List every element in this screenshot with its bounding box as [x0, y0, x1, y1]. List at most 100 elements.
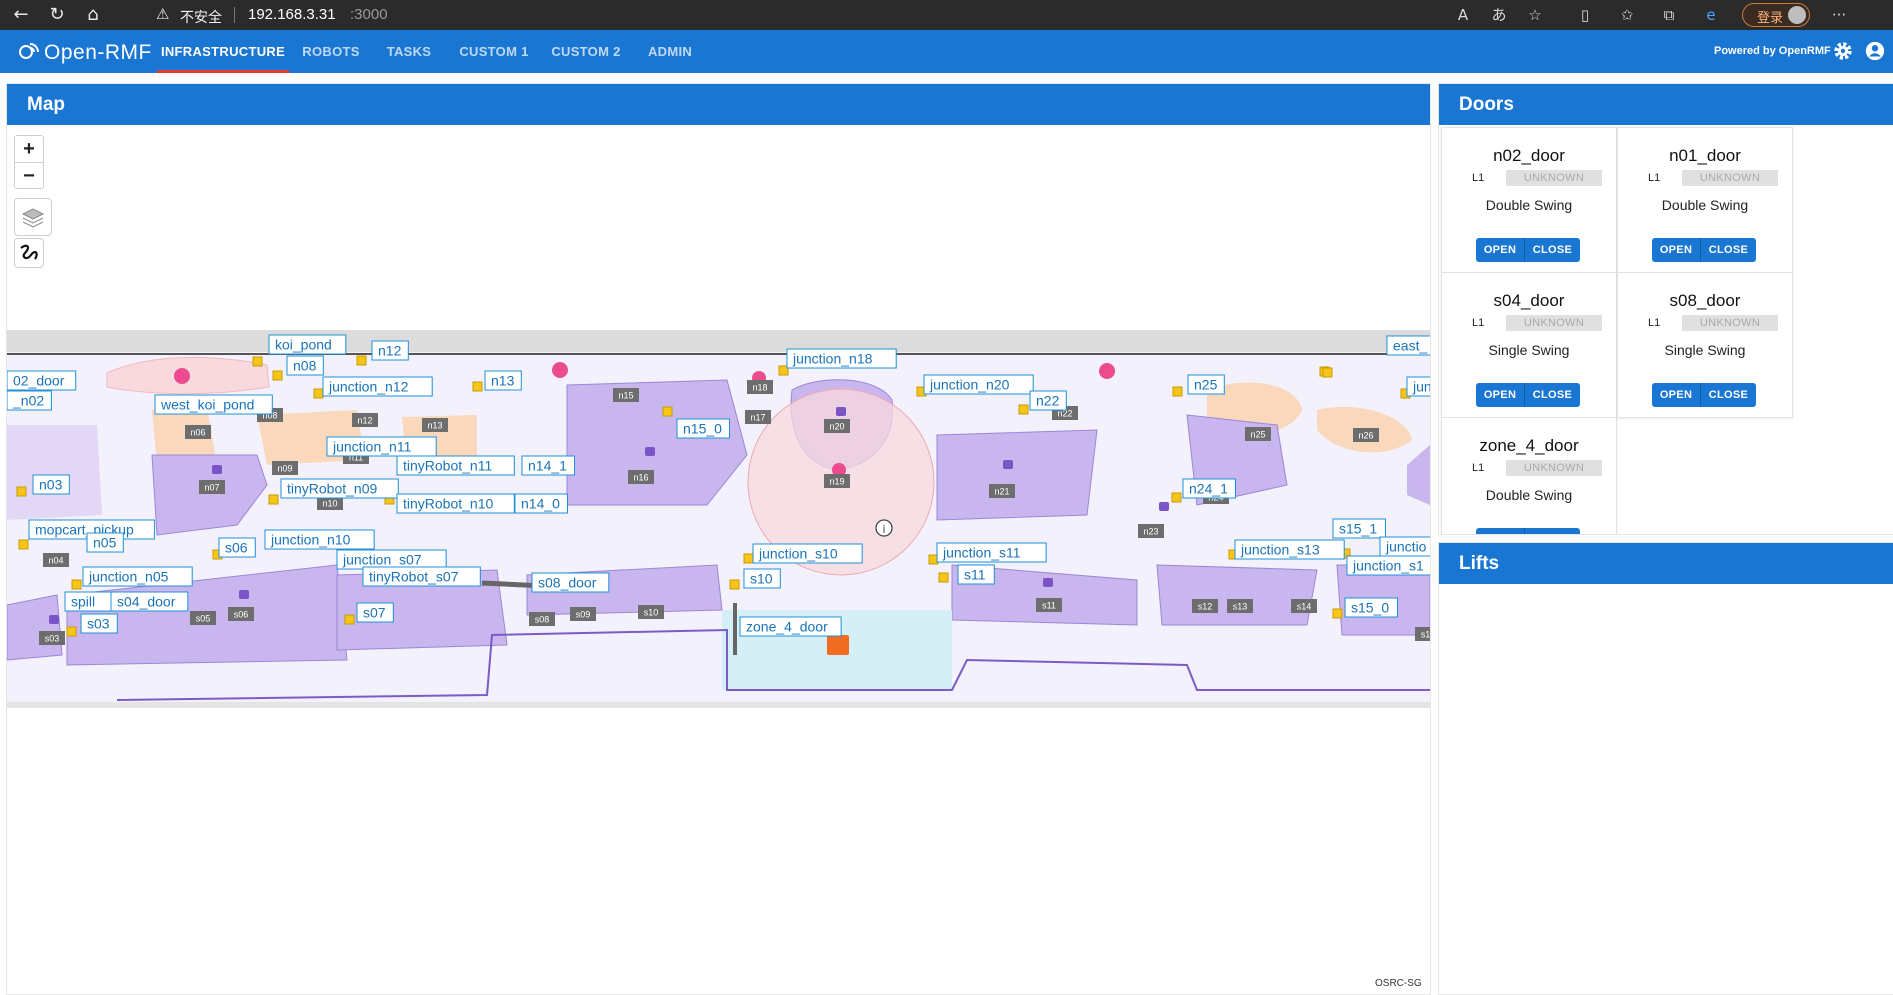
close-door-button[interactable]: CLOSE: [1525, 383, 1580, 407]
door-type: Double Swing: [1661, 197, 1749, 213]
map-label[interactable]: junction_n05: [82, 566, 193, 587]
open-door-button[interactable]: OPEN: [1476, 238, 1525, 262]
waypoint: [662, 406, 673, 417]
map-label[interactable]: n25: [1187, 374, 1225, 395]
map-label[interactable]: junction_n10: [264, 529, 375, 550]
map-label[interactable]: n15_0: [676, 418, 730, 439]
map-label[interactable]: tinyRobot_n11: [396, 455, 515, 476]
lifts-panel-header: Lifts: [1439, 543, 1893, 584]
tab-tasks[interactable]: TASKS: [382, 30, 436, 73]
map-label-text: s04_door: [117, 594, 176, 610]
map-label[interactable]: n08: [286, 355, 324, 376]
map-label[interactable]: spill: [64, 591, 118, 612]
map-label[interactable]: jun: [1406, 376, 1430, 397]
map-label[interactable]: s15_1: [1332, 518, 1386, 539]
close-door-button[interactable]: CLOSE: [1525, 238, 1580, 262]
tab-custom-2[interactable]: CUSTOM 2: [548, 30, 624, 73]
edge-icon[interactable]: e: [1698, 0, 1724, 30]
node-tag: s06: [228, 607, 254, 621]
home-icon[interactable]: ⌂: [78, 0, 108, 30]
map-label[interactable]: junctio: [1379, 536, 1430, 557]
tab-custom-1[interactable]: CUSTOM 1: [456, 30, 532, 73]
close-door-button[interactable]: CLOSE: [1701, 238, 1756, 262]
close-door-button[interactable]: CLOSE: [1525, 528, 1580, 534]
map-label[interactable]: n13: [484, 370, 522, 391]
node-tag: s13: [1227, 599, 1253, 613]
translate-icon[interactable]: あ: [1486, 0, 1512, 30]
map-label[interactable]: junction_n20: [923, 374, 1034, 395]
login-button[interactable]: 登录: [1742, 3, 1810, 27]
tab-admin[interactable]: ADMIN: [640, 30, 700, 73]
more-menu-icon[interactable]: ···: [1826, 0, 1852, 30]
map-label[interactable]: s07: [356, 602, 394, 623]
map-label[interactable]: n22: [1029, 390, 1067, 411]
waypoint: [344, 614, 355, 625]
collections-icon[interactable]: ⧉: [1656, 0, 1682, 30]
back-icon[interactable]: ←: [6, 0, 36, 30]
map-label[interactable]: n05: [86, 532, 124, 553]
map-label[interactable]: junction_s07: [336, 549, 447, 570]
map-label[interactable]: s03: [80, 613, 118, 634]
open-door-button[interactable]: OPEN: [1476, 528, 1525, 534]
map-label[interactable]: tinyRobot_s07: [362, 566, 481, 587]
door-card: s04_door L1 UNKNOWN Single Swing OPEN CL…: [1441, 272, 1617, 418]
map-label[interactable]: n12: [371, 340, 409, 361]
map-label-text: s03: [87, 616, 110, 632]
map-label[interactable]: junction_n18: [786, 348, 897, 369]
settings-gear-icon[interactable]: [1832, 40, 1854, 62]
map-label[interactable]: n14_0: [514, 493, 568, 514]
north-wall: [7, 330, 1430, 352]
purple-zone-s12: [1156, 564, 1318, 626]
map-label[interactable]: junction_n12: [322, 376, 433, 397]
node-tag-text: n19: [829, 477, 844, 487]
map-label[interactable]: tinyRobot_n09: [280, 478, 399, 499]
map-label[interactable]: s04_door: [110, 591, 189, 612]
tab-robots[interactable]: ROBOTS: [300, 30, 362, 73]
open-door-button[interactable]: OPEN: [1476, 383, 1525, 407]
map-label[interactable]: east_: [1386, 335, 1430, 356]
map-label[interactable]: s15_0: [1344, 597, 1398, 618]
zoom-out-button[interactable]: −: [15, 162, 43, 189]
map-canvas[interactable]: i n06 n08 n12 n13 n09 n11 n07 n10 n15 n16 n17 n18 n1…: [7, 125, 1430, 785]
map-label[interactable]: junction_s1: [1346, 555, 1430, 576]
address-bar[interactable]: ⚠ 不安全 192.168.3.31 :3000: [150, 3, 1440, 27]
tab-infrastructure[interactable]: INFRASTRUCTURE: [157, 30, 289, 73]
layers-button[interactable]: [14, 198, 52, 236]
node-tag-text: n23: [1143, 527, 1158, 537]
add-favorite-icon[interactable]: ☆: [1522, 0, 1548, 30]
map-label[interactable]: junction_s10: [752, 543, 863, 564]
read-aloud-icon[interactable]: A: [1450, 0, 1476, 30]
node-tag-text: n20: [829, 422, 844, 432]
map-label[interactable]: tinyRobot_n10: [396, 493, 515, 514]
draw-path-button[interactable]: [14, 238, 44, 268]
map-label[interactable]: n14_1: [521, 455, 575, 476]
split-screen-icon[interactable]: ▯: [1572, 0, 1598, 30]
map-label[interactable]: west_koi_pond: [154, 394, 273, 415]
open-door-button[interactable]: OPEN: [1652, 238, 1701, 262]
map-label[interactable]: junction_n11: [326, 436, 437, 457]
map-label-text: n12: [378, 343, 402, 359]
node-tag: n07: [199, 480, 225, 494]
map-label[interactable]: junction_s13: [1234, 539, 1345, 560]
warning-icon: ⚠: [156, 5, 170, 23]
account-circle-icon[interactable]: [1864, 40, 1886, 62]
zoom-in-button[interactable]: +: [15, 136, 43, 162]
map-label[interactable]: 02_door: [7, 370, 77, 391]
map-label[interactable]: s11: [957, 564, 995, 585]
map-label-text: zone_4_door: [746, 619, 828, 635]
map-label[interactable]: koi_pond: [268, 334, 347, 355]
map-label[interactable]: _n02: [7, 390, 52, 411]
door-level: L1: [1472, 462, 1485, 474]
close-door-button[interactable]: CLOSE: [1701, 383, 1756, 407]
map-label[interactable]: s06: [218, 537, 256, 558]
map-label[interactable]: s10: [743, 568, 781, 589]
map-label[interactable]: junction_s11: [936, 542, 1047, 563]
map-panel: Map i n06 n08 n12 n13 n09 n11 n07 n10 n1…: [6, 83, 1431, 995]
favorites-icon[interactable]: ✩: [1614, 0, 1640, 30]
map-label[interactable]: s08_door: [531, 572, 610, 593]
map-label[interactable]: zone_4_door: [739, 616, 842, 637]
map-label[interactable]: n24_1: [1182, 478, 1236, 499]
open-door-button[interactable]: OPEN: [1652, 383, 1701, 407]
refresh-icon[interactable]: ↻: [42, 0, 72, 30]
map-label[interactable]: n03: [32, 474, 70, 495]
